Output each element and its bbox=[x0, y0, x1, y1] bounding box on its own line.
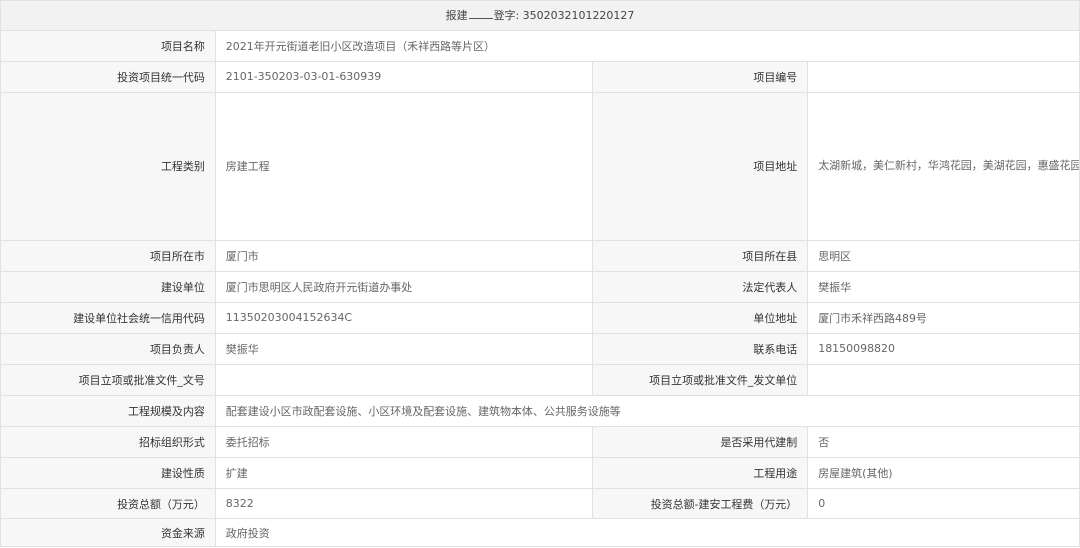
approval-unit-value bbox=[807, 363, 1080, 396]
table-row: 项目负责人 樊振华 联系电话 18150098820 bbox=[0, 332, 1080, 365]
project-type-value: 房建工程 bbox=[214, 91, 594, 241]
bid-form-label: 招标组织形式 bbox=[0, 425, 216, 458]
invest-code-label: 投资项目统一代码 bbox=[0, 60, 216, 93]
project-name-label: 项目名称 bbox=[0, 29, 216, 62]
usage-label: 工程用途 bbox=[592, 456, 809, 489]
county-label: 项目所在县 bbox=[592, 239, 809, 272]
scale-label: 工程规模及内容 bbox=[0, 394, 216, 427]
table-row: 项目所在市 厦门市 项目所在县 思明区 bbox=[0, 239, 1080, 272]
table-row: 项目立项或批准文件_文号 项目立项或批准文件_发文单位 bbox=[0, 363, 1080, 396]
header-blank bbox=[468, 9, 493, 20]
unit-addr-label: 单位地址 bbox=[592, 301, 809, 334]
total-invest-label: 投资总额（万元） bbox=[0, 487, 216, 520]
phone-value: 18150098820 bbox=[807, 332, 1080, 365]
city-value: 厦门市 bbox=[214, 239, 594, 272]
table-row: 招标组织形式 委托招标 是否采用代建制 否 bbox=[0, 425, 1080, 458]
legal-rep-value: 樊振华 bbox=[807, 270, 1080, 303]
table-row: 建设单位社会统一信用代码 11350203004152634C 单位地址 厦门市… bbox=[0, 301, 1080, 334]
credit-code-label: 建设单位社会统一信用代码 bbox=[0, 301, 216, 334]
manager-label: 项目负责人 bbox=[0, 332, 216, 365]
table-header: 报建 登字: 3502032101220127 bbox=[0, 0, 1080, 31]
project-no-value bbox=[807, 60, 1080, 93]
total-invest-value: 8322 bbox=[214, 487, 594, 520]
project-name-value: 2021年开元街道老旧小区改造项目（禾祥西路等片区） bbox=[214, 29, 1080, 62]
unit-addr-value: 厦门市禾祥西路489号 bbox=[807, 301, 1080, 334]
agent-label: 是否采用代建制 bbox=[592, 425, 809, 458]
table-row: 建设单位 厦门市思明区人民政府开元街道办事处 法定代表人 樊振华 bbox=[0, 270, 1080, 303]
builder-value: 厦门市思明区人民政府开元街道办事处 bbox=[214, 270, 594, 303]
project-info-table: 报建 登字: 3502032101220127 项目名称 2021年开元街道老旧小… bbox=[0, 0, 1080, 548]
fund-source-value: 政府投资 bbox=[214, 518, 1080, 548]
table-row: 建设性质 扩建 工程用途 房屋建筑(其他) bbox=[0, 456, 1080, 489]
project-addr-label: 项目地址 bbox=[592, 91, 809, 241]
approval-unit-label: 项目立项或批准文件_发文单位 bbox=[592, 363, 809, 396]
scale-value: 配套建设小区市政配套设施、小区环境及配套设施、建筑物本体、公共服务设施等 bbox=[214, 394, 1080, 427]
header-label: 登字: bbox=[493, 9, 520, 23]
project-type-label: 工程类别 bbox=[0, 91, 216, 241]
table-row: 项目名称 2021年开元街道老旧小区改造项目（禾祥西路等片区） bbox=[0, 29, 1080, 62]
credit-code-value: 11350203004152634C bbox=[214, 301, 594, 334]
approval-no-label: 项目立项或批准文件_文号 bbox=[0, 363, 216, 396]
table-row: 投资总额（万元） 8322 投资总额-建安工程费（万元） 0 bbox=[0, 487, 1080, 520]
manager-value: 樊振华 bbox=[214, 332, 594, 365]
phone-label: 联系电话 bbox=[592, 332, 809, 365]
header-prefix: 报建 bbox=[445, 9, 468, 23]
bid-form-value: 委托招标 bbox=[214, 425, 594, 458]
table-row: 资金来源 政府投资 bbox=[0, 518, 1080, 548]
install-fee-label: 投资总额-建安工程费（万元） bbox=[592, 487, 809, 520]
agent-value: 否 bbox=[807, 425, 1080, 458]
table-row: 工程类别 房建工程 项目地址 太湖新城，美仁新村，华鸿花园，美湖花园，惠盛花园，… bbox=[0, 91, 1080, 241]
table-row: 投资项目统一代码 2101-350203-03-01-630939 项目编号 bbox=[0, 60, 1080, 93]
header-number: 3502032101220127 bbox=[522, 9, 635, 23]
project-no-label: 项目编号 bbox=[592, 60, 809, 93]
approval-no-value bbox=[214, 363, 594, 396]
invest-code-value: 2101-350203-03-01-630939 bbox=[214, 60, 594, 93]
fund-source-label: 资金来源 bbox=[0, 518, 216, 548]
legal-rep-label: 法定代表人 bbox=[592, 270, 809, 303]
header-row: 报建 登字: 3502032101220127 bbox=[0, 0, 1080, 31]
city-label: 项目所在市 bbox=[0, 239, 216, 272]
nature-value: 扩建 bbox=[214, 456, 594, 489]
county-value: 思明区 bbox=[807, 239, 1080, 272]
table-row: 工程规模及内容 配套建设小区市政配套设施、小区环境及配套设施、建筑物本体、公共服… bbox=[0, 394, 1080, 427]
nature-label: 建设性质 bbox=[0, 456, 216, 489]
project-addr-value: 太湖新城，美仁新村，华鸿花园，美湖花园，惠盛花园，光华大厦，嘉禾公寓，机场修建处… bbox=[807, 91, 1080, 241]
usage-value: 房屋建筑(其他) bbox=[807, 456, 1080, 489]
builder-label: 建设单位 bbox=[0, 270, 216, 303]
install-fee-value: 0 bbox=[807, 487, 1080, 520]
